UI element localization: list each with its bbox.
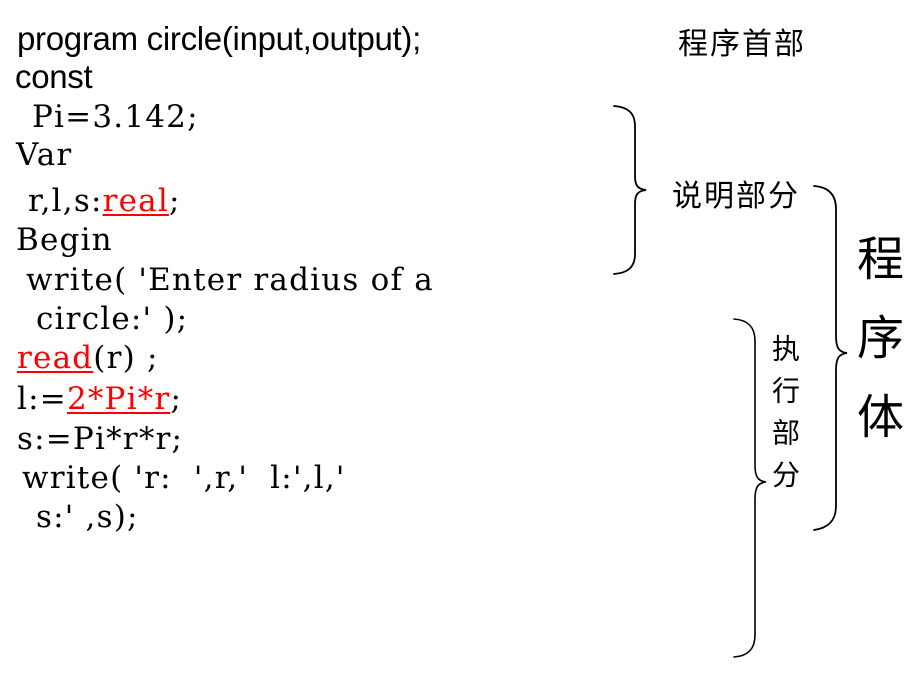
code-line-circumference: l:=2*Pi*r; [17,384,182,415]
annotation-declaration-part: 说明部分 [672,179,800,214]
code-line-pi-constant: Pi=3.142; [32,99,199,135]
brace-program-body-icon [813,185,848,531]
read-args: (r) ; [93,340,159,376]
var-decl-suffix: ; [168,183,181,219]
code-line-var-declaration: r,l,s:real; [28,186,181,217]
assign-l-suffix: ; [170,381,183,417]
brace-execution-part-icon [733,318,767,658]
code-line-write-prompt-2: circle:' ); [36,301,189,337]
code-line-area: s:=Pi*r*r; [17,421,184,457]
expression-2-pi-r: 2*Pi*r [66,381,171,417]
assign-l-prefix: l:= [17,381,67,417]
brace-declaration-part [612,104,650,276]
annotation-program-header: 程序首部 [678,27,806,62]
code-line-write-result-2: s:' ,s); [36,499,139,535]
annotation-execution-part: 执行部分 [768,334,801,502]
slide-canvas: program circle(input,output); const Pi=3… [0,0,920,690]
code-line-var: Var [16,137,73,173]
code-line-write-result-1: write( 'r: ',r,' l:',l,' [22,460,346,496]
code-line-write-prompt-1: write( 'Enter radius of a [26,262,434,298]
brace-program-body [812,184,850,532]
brace-declaration-part-icon [613,105,647,275]
code-line-read: read(r) ; [17,343,159,374]
code-line-begin: Begin [16,222,113,258]
keyword-read: read [17,340,94,376]
var-decl-prefix: r,l,s: [28,183,103,219]
annotation-program-body: 程序体 [848,234,903,471]
keyword-real: real [102,183,169,219]
brace-execution-part [732,317,768,659]
code-line-const: const [15,58,93,95]
code-line-program-header: program circle(input,output); [17,20,421,57]
